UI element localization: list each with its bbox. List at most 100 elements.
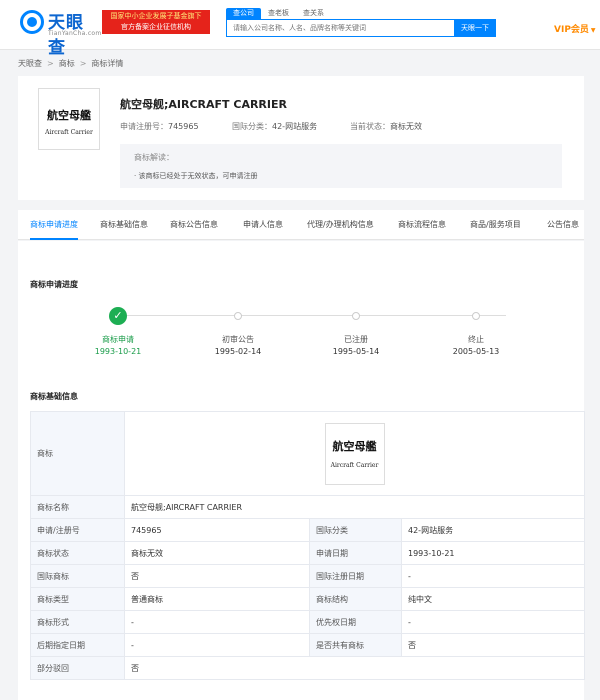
search-tab-boss[interactable]: 查老板 <box>261 8 296 19</box>
basic-info-section-title: 商标基础信息 <box>30 392 78 401</box>
gov-badge-line1: 国家中小企业发展子基金旗下 <box>110 12 202 20</box>
tab-agency-info[interactable]: 代理/办理机构信息 <box>307 210 374 240</box>
tab-notices[interactable]: 公告信息 <box>547 210 579 240</box>
table-value: - <box>124 633 310 657</box>
table-label: 国际商标 <box>30 564 125 588</box>
table-label: 商标类型 <box>30 587 125 611</box>
table-label: 申请日期 <box>309 541 402 565</box>
detail-tabs: 商标申请进度 商标基础信息 商标公告信息 申请人信息 代理/办理机构信息 商标流… <box>18 210 584 240</box>
search-tab-relation[interactable]: 查关系 <box>296 8 331 19</box>
table-row: 后期指定日期 - 是否共有商标 否 <box>30 633 585 657</box>
table-row: 商标 航空母艦 Aircraft Carrier <box>30 411 585 496</box>
reg-number-value: 745965 <box>168 122 199 131</box>
breadcrumb-trademark[interactable]: 商标 <box>59 59 75 68</box>
current-status: 当前状态：商标无效 <box>350 121 422 132</box>
tab-content: 商标申请进度 ✓ 商标申请 1993-10-21 初审公告 1995-02-14… <box>18 241 585 700</box>
eye-logo-icon <box>20 10 44 34</box>
table-value: 否 <box>401 633 585 657</box>
vip-label: VIP会员 <box>554 25 589 35</box>
table-label: 商标名称 <box>30 495 125 519</box>
table-row: 国际商标 否 国际注册日期 - <box>30 564 585 588</box>
table-value: 商标无效 <box>124 541 310 565</box>
breadcrumb-separator-icon: > <box>79 59 87 68</box>
table-row: 申请/注册号 745965 国际分类 42-网站服务 <box>30 518 585 542</box>
progress-section-title: 商标申请进度 <box>30 280 78 289</box>
table-value: 否 <box>124 656 585 680</box>
step-name: 商标申请 <box>102 335 134 344</box>
basic-info-table: 商标 航空母艦 Aircraft Carrier 商标名称 航空母舰;AIRCR… <box>30 411 585 680</box>
table-row: 商标形式 - 优先权日期 - <box>30 610 585 634</box>
vip-menu[interactable]: VIP会员 ▼ <box>554 22 596 35</box>
breadcrumb-separator-icon: > <box>47 59 54 68</box>
gov-badge-line2: 官方备案企业征信机构 <box>121 23 191 31</box>
current-status-value: 商标无效 <box>390 122 422 131</box>
table-label: 商标状态 <box>30 541 125 565</box>
step-dot-icon <box>472 312 480 320</box>
table-label: 优先权日期 <box>309 610 402 634</box>
gov-badge: 国家中小企业发展子基金旗下 官方备案企业征信机构 <box>102 10 210 34</box>
trademark-image-cn: 航空母艦 <box>332 439 377 453</box>
trademark-image-en: Aircraft Carrier <box>330 461 379 469</box>
trademark-image: 航空母艦 Aircraft Carrier <box>38 88 100 150</box>
step-dot-icon <box>234 312 242 320</box>
step-name: 已注册 <box>344 335 368 344</box>
table-label: 是否共有商标 <box>309 633 402 657</box>
step-name: 终止 <box>468 335 484 344</box>
step-date: 1995-02-14 <box>214 347 262 356</box>
search-tab-company[interactable]: 查公司 <box>226 8 261 19</box>
reg-number-label: 申请注册号： <box>120 122 168 131</box>
current-status-label: 当前状态： <box>350 122 390 131</box>
table-label: 国际注册日期 <box>309 564 402 588</box>
intl-class-value: 42-网站服务 <box>272 122 318 131</box>
table-label: 国际分类 <box>309 518 402 542</box>
table-row: 商标状态 商标无效 申请日期 1993-10-21 <box>30 541 585 565</box>
tab-basic-info[interactable]: 商标基础信息 <box>100 210 148 240</box>
trademark-interpretation: 商标解读： · 该商标已经处于无效状态，可申请注册 <box>120 144 562 188</box>
intl-class-label: 国际分类： <box>232 122 272 131</box>
table-value: 否 <box>124 564 310 588</box>
table-label: 申请/注册号 <box>30 518 125 542</box>
table-value: 普通商标 <box>124 587 310 611</box>
step-date: 1993-10-21 <box>94 347 142 356</box>
top-header: 天眼查 TianYanCha.com 国家中小企业发展子基金旗下 官方备案企业征… <box>0 0 600 58</box>
tab-applicant-info[interactable]: 申请人信息 <box>243 210 283 240</box>
timeline-line <box>118 315 506 316</box>
table-value: - <box>124 610 310 634</box>
trademark-image-en: Aircraft Carrier <box>45 129 93 136</box>
table-label: 商标结构 <box>309 587 402 611</box>
table-value: 航空母舰;AIRCRAFT CARRIER <box>124 495 585 519</box>
table-value: 纯中文 <box>401 587 585 611</box>
trademark-summary-card: 航空母艦 Aircraft Carrier 航空母舰;AIRCRAFT CARR… <box>18 76 584 200</box>
search-input[interactable] <box>226 19 454 37</box>
breadcrumb-home[interactable]: 天眼查 <box>18 59 42 68</box>
step-date: 1995-05-14 <box>332 347 380 356</box>
tab-announcement-info[interactable]: 商标公告信息 <box>170 210 218 240</box>
trademark-image-cell: 航空母艦 Aircraft Carrier <box>124 411 585 496</box>
trademark-image-cn: 航空母艦 <box>47 109 91 122</box>
tab-goods-services[interactable]: 商品/服务项目 <box>470 210 521 240</box>
interpretation-text: · 该商标已经处于无效状态，可申请注册 <box>134 172 258 180</box>
table-label: 后期指定日期 <box>30 633 125 657</box>
check-icon: ✓ <box>109 307 127 325</box>
table-value: - <box>401 610 585 634</box>
trademark-image-large: 航空母艦 Aircraft Carrier <box>324 422 385 485</box>
step-date: 2005-05-13 <box>452 347 500 356</box>
tab-process-info[interactable]: 商标流程信息 <box>398 210 446 240</box>
table-value: 745965 <box>124 518 310 542</box>
intl-class: 国际分类：42-网站服务 <box>232 121 317 132</box>
step-name: 初审公告 <box>222 335 254 344</box>
table-row: 商标类型 普通商标 商标结构 纯中文 <box>30 587 585 611</box>
breadcrumb-current: 商标详情 <box>91 59 124 68</box>
search-tabs: 查公司 查老板 查关系 <box>226 8 331 19</box>
table-value: 42-网站服务 <box>401 518 585 542</box>
interpretation-heading: 商标解读： <box>134 153 174 162</box>
table-row: 部分驳回 否 <box>30 656 585 680</box>
site-logo[interactable]: 天眼查 TianYanCha.com <box>20 8 102 58</box>
table-value: - <box>401 564 585 588</box>
step-dot-icon <box>352 312 360 320</box>
search-button[interactable]: 天眼一下 <box>454 19 496 37</box>
tab-application-progress[interactable]: 商标申请进度 <box>30 210 78 240</box>
table-row: 商标名称 航空母舰;AIRCRAFT CARRIER <box>30 495 585 519</box>
logo-subtext: TianYanCha.com <box>48 30 102 37</box>
breadcrumb: 天眼查 > 商标 > 商标详情 <box>18 58 123 69</box>
